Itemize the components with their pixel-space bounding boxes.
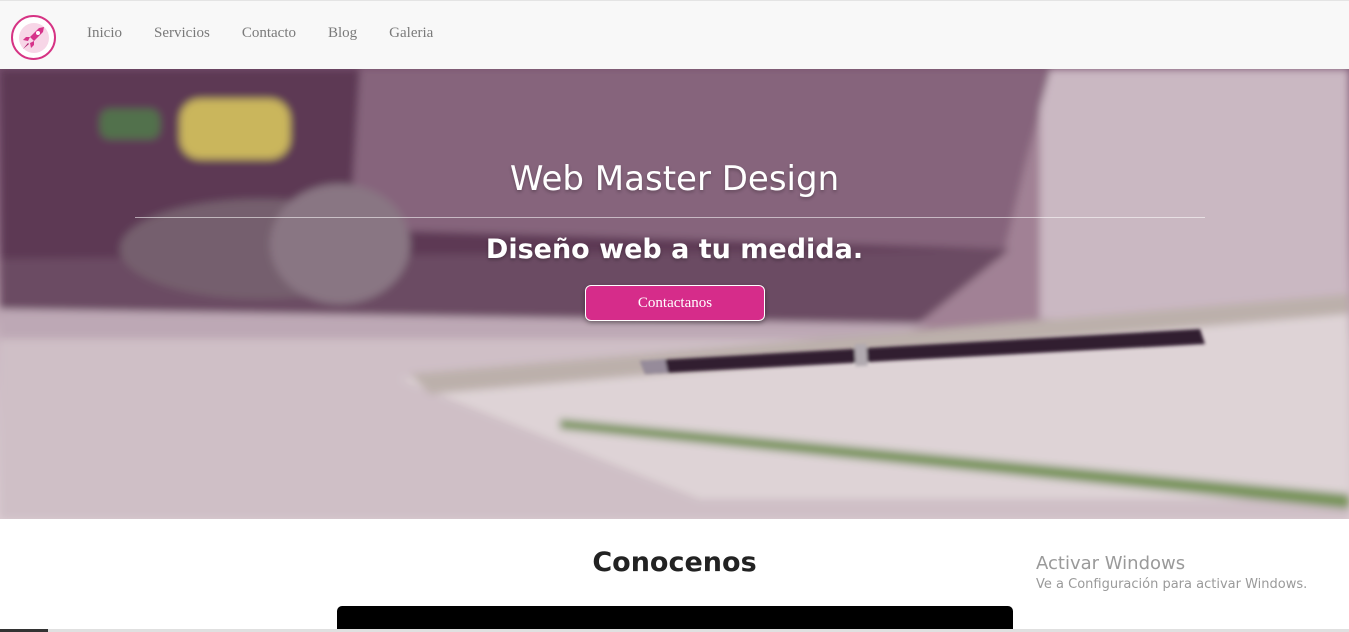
nav-link-contacto[interactable]: Contacto bbox=[242, 25, 296, 42]
logo[interactable] bbox=[11, 15, 56, 60]
windows-activation-watermark: Activar Windows Ve a Configuración para … bbox=[1036, 553, 1307, 592]
watermark-subtitle: Ve a Configuración para activar Windows. bbox=[1036, 577, 1308, 592]
hero-title: Web Master Design bbox=[509, 159, 840, 199]
navbar: Inicio Servicios Contacto Blog Galeria bbox=[0, 0, 1349, 69]
rocket-icon bbox=[18, 22, 49, 53]
contact-button[interactable]: Contactanos bbox=[585, 285, 765, 321]
watermark-title: Activar Windows bbox=[1036, 553, 1186, 574]
hero-banner: Web Master Design Diseño web a tu medida… bbox=[0, 69, 1349, 519]
nav-link-galeria[interactable]: Galeria bbox=[389, 25, 433, 42]
hero-subtitle: Diseño web a tu medida. bbox=[485, 234, 864, 265]
nav-links: Inicio Servicios Contacto Blog Galeria bbox=[87, 25, 465, 42]
nav-link-blog[interactable]: Blog bbox=[328, 25, 357, 42]
nav-link-servicios[interactable]: Servicios bbox=[154, 25, 210, 42]
hero-divider bbox=[135, 217, 1205, 218]
nav-link-inicio[interactable]: Inicio bbox=[87, 25, 122, 42]
